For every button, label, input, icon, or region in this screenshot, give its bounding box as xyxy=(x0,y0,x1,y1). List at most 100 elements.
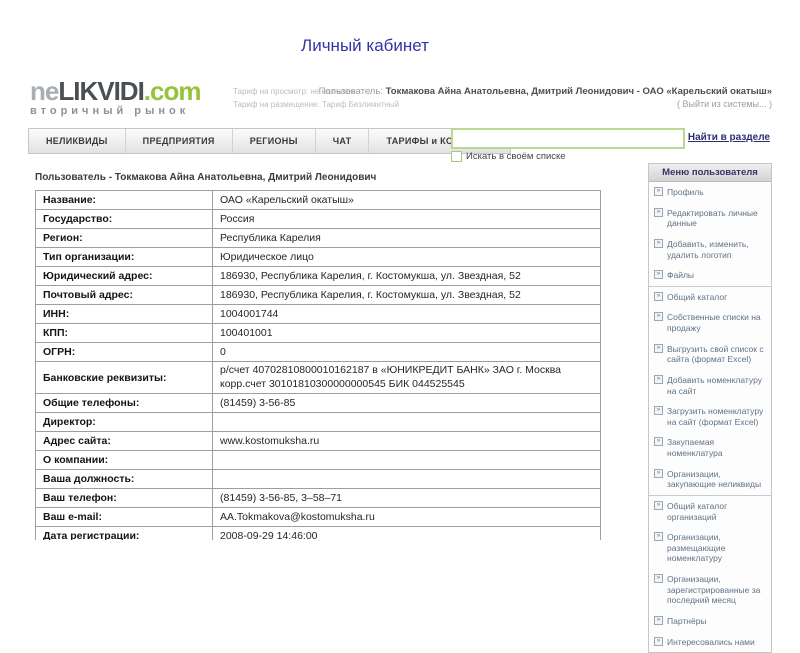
nav-item-regiony[interactable]: РЕГИОНЫ xyxy=(233,129,316,153)
sidebar-item-orgs-catalog[interactable]: » Общий каталог организаций xyxy=(649,496,771,527)
sidebar-item-label: Закупаемая номенклатура xyxy=(667,437,723,458)
menu-bullet-icon: » xyxy=(654,615,663,625)
logo-name: LIKVIDI xyxy=(58,76,144,106)
sidebar-item-logo-manage[interactable]: » Добавить, изменить, удалить логотип xyxy=(649,234,771,265)
menu-bullet-icon: » xyxy=(654,343,663,353)
sidebar-item-label: Редактировать личные данные xyxy=(667,207,758,229)
sidebar-item-buying-orgs[interactable]: » Организации, закупающие неликвиды xyxy=(649,464,771,496)
sidebar-item-partners[interactable]: » Партнёры xyxy=(649,611,771,632)
row-value: 0 xyxy=(212,342,601,362)
row-label: Почтовый адрес: xyxy=(35,285,213,305)
menu-bullet-icon: » xyxy=(654,312,663,322)
menu-bullet-icon: » xyxy=(654,207,663,217)
row-value: р/счет 40702810800010162187 в «ЮНИКРЕДИТ… xyxy=(212,360,601,395)
row-label: ИНН: xyxy=(35,304,213,324)
row-value xyxy=(212,450,601,471)
user-info: Пользователь: Токмакова Айна Анатольевна… xyxy=(319,86,772,109)
row-value: 1004001744 xyxy=(212,304,601,324)
sidebar-item-files[interactable]: » Файлы xyxy=(649,265,771,287)
row-label: Дата регистрации: xyxy=(35,526,213,540)
menu-bullet-icon: » xyxy=(654,270,663,280)
user-info-value: Токмакова Айна Анатольевна, Дмитрий Леон… xyxy=(385,86,772,97)
sidebar-item-add-nomenclature[interactable]: » Добавить номенклатуру на сайт xyxy=(649,370,771,401)
row-label: Ваш телефон: xyxy=(35,488,213,509)
menu-bullet-icon: » xyxy=(654,437,663,447)
main-nav: НЕЛИКВИДЫ ПРЕДПРИЯТИЯ РЕГИОНЫ ЧАТ ТАРИФЫ… xyxy=(28,128,511,154)
own-list-checkbox-label[interactable]: Искать в своём списке xyxy=(466,151,566,162)
sidebar-item-label: Общий каталог организаций xyxy=(667,500,728,522)
sidebar-item-own-sale-lists[interactable]: » Собственные списки на продажу xyxy=(649,307,771,338)
profile-user-line: Пользователь - Токмакова Айна Анатольевн… xyxy=(35,172,377,183)
table-row: ОГРН: 0 xyxy=(35,342,601,362)
bank-details-line-1: р/счет 40702810800010162187 в «ЮНИКРЕДИТ… xyxy=(220,364,562,376)
user-menu-sidebar: Меню пользователя » Профиль » Редактироват… xyxy=(648,163,772,653)
row-label: Тип организации: xyxy=(35,247,213,267)
sidebar-item-label: Общий каталог xyxy=(667,291,728,302)
logo-prefix: ne xyxy=(30,76,59,106)
row-value xyxy=(212,412,601,433)
menu-bullet-icon: » xyxy=(654,636,663,646)
row-label: Государство: xyxy=(35,209,213,229)
table-row: Директор: xyxy=(35,412,601,433)
nav-item-nelikvidy[interactable]: НЕЛИКВИДЫ xyxy=(29,129,126,153)
sidebar-item-label: Собственные списки на продажу xyxy=(667,312,761,333)
menu-bullet-icon: » xyxy=(654,500,663,510)
user-info-label: Пользователь: xyxy=(318,86,383,97)
nav-item-predpriyatiya[interactable]: ПРЕДПРИЯТИЯ xyxy=(126,129,233,153)
row-label: КПП: xyxy=(35,323,213,343)
row-label: О компании: xyxy=(35,450,213,471)
search-input[interactable] xyxy=(451,128,685,149)
sidebar-item-label: Выгрузить свой список с сайта (формат Ex… xyxy=(667,343,764,365)
user-menu-list: » Профиль » Редактировать личные данные » Д… xyxy=(649,182,771,652)
sidebar-item-label: Партнёры xyxy=(667,615,707,626)
row-value: (81459) 3-56-85 xyxy=(212,393,601,414)
sidebar-item-orgs-registered-last-month[interactable]: » Организации, зарегистрированные за посл… xyxy=(649,569,771,611)
sidebar-item-label: Организации, размещающие номенклатуру xyxy=(667,532,726,564)
table-row: Государство: Россия xyxy=(35,209,601,229)
logo-tld: .com xyxy=(143,76,202,106)
sidebar-item-common-catalog[interactable]: » Общий каталог xyxy=(649,287,771,308)
row-value: 186930, Республика Карелия, г. Костомукш… xyxy=(212,266,601,286)
menu-bullet-icon: » xyxy=(654,406,663,416)
table-row: Общие телефоны: (81459) 3-56-85 xyxy=(35,393,601,414)
row-value: www.kostomuksha.ru xyxy=(212,431,601,452)
table-row: Название: ОАО «Карельский окатыш» xyxy=(35,190,601,210)
nav-row: НЕЛИКВИДЫ ПРЕДПРИЯТИЯ РЕГИОНЫ ЧАТ ТАРИФЫ… xyxy=(28,128,772,168)
app-container: neLIKVIDI.com вторичный рынок Тариф на п… xyxy=(28,78,772,653)
sidebar-item-orgs-placing-nomenclature[interactable]: » Организации, размещающие номенклатуру xyxy=(649,527,771,569)
menu-bullet-icon: » xyxy=(654,468,663,478)
sidebar-item-label: Добавить, изменить, удалить логотип xyxy=(667,238,749,260)
row-label: Юридический адрес: xyxy=(35,266,213,286)
profile-table-container: Название: ОАО «Карельский окатыш» Государ… xyxy=(35,190,601,540)
row-value: 100401001 xyxy=(212,323,601,343)
sidebar-item-purchased-nomenclature[interactable]: » Закупаемая номенклатура xyxy=(649,432,771,463)
row-label: Адрес сайта: xyxy=(35,431,213,452)
sidebar-item-edit-personal-data[interactable]: » Редактировать личные данные xyxy=(649,203,771,234)
site-logo[interactable]: neLIKVIDI.com вторичный рынок xyxy=(30,76,202,117)
sidebar-item-profile[interactable]: » Профиль xyxy=(649,182,771,203)
user-menu-title: Меню пользователя xyxy=(649,164,771,182)
header: neLIKVIDI.com вторичный рынок Тариф на п… xyxy=(28,78,772,128)
logout-link[interactable]: ( Выйти из системы... ) xyxy=(319,99,772,109)
table-row: Адрес сайта: www.kostomuksha.ru xyxy=(35,431,601,452)
sidebar-item-export-list-excel[interactable]: » Выгрузить свой список с сайта (формат E… xyxy=(649,339,771,370)
row-label: Название: xyxy=(35,190,213,210)
sidebar-item-interested-in-us[interactable]: » Интересовались нами xyxy=(649,632,771,653)
sidebar-item-upload-nomenclature-excel[interactable]: » Загрузить номенклатуру на сайт (формат … xyxy=(649,401,771,432)
bank-details-line-2: корр.счет 30101810300000000545 БИК 04452… xyxy=(220,377,465,390)
row-value: Юридическое лицо xyxy=(212,247,601,267)
profile-table: Название: ОАО «Карельский окатыш» Государ… xyxy=(35,190,601,540)
row-label: Банковские реквизиты: xyxy=(35,360,213,395)
row-label: Ваша должность: xyxy=(35,469,213,490)
table-row: Почтовый адрес: 186930, Республика Карели… xyxy=(35,285,601,305)
nav-item-chat[interactable]: ЧАТ xyxy=(316,129,370,153)
table-row: Тип организации: Юридическое лицо xyxy=(35,247,601,267)
menu-bullet-icon: » xyxy=(654,532,663,542)
find-in-section-link[interactable]: Найти в разделе xyxy=(688,132,770,143)
table-row: КПП: 100401001 xyxy=(35,323,601,343)
sidebar-item-label: Организации, закупающие неликвиды xyxy=(667,468,762,490)
own-list-checkbox[interactable] xyxy=(451,151,462,162)
table-row: ИНН: 1004001744 xyxy=(35,304,601,324)
row-label: Ваш e-mail: xyxy=(35,507,213,528)
row-label: Директор: xyxy=(35,412,213,433)
